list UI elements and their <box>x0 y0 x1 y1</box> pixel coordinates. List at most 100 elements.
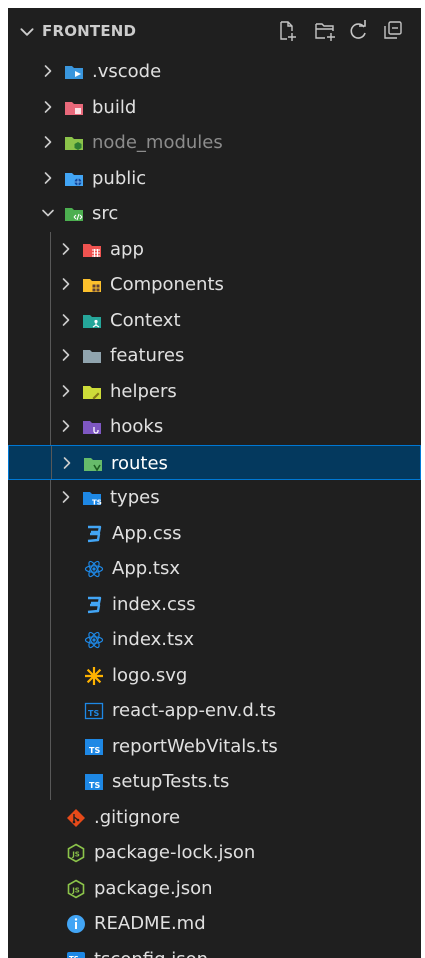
tree-file-row[interactable]: App.css <box>8 515 421 551</box>
hooks-folder-icon <box>83 421 101 434</box>
indent-guide <box>50 551 51 587</box>
chevron-right-icon[interactable] <box>58 347 74 363</box>
tree-file-row[interactable]: index.tsx <box>8 622 421 658</box>
tree-item-label: node_modules <box>92 132 223 153</box>
indent-guide <box>50 480 51 516</box>
css-file-icon <box>87 596 102 613</box>
tree-folder-row[interactable]: routes <box>8 444 421 480</box>
chevron-right-icon[interactable] <box>58 312 74 328</box>
chevron-down-icon[interactable] <box>40 205 56 221</box>
tree-folder-row[interactable]: features <box>8 338 421 374</box>
svg-file-icon <box>85 666 103 685</box>
indent-guide <box>50 302 51 338</box>
tree-item-label: App.css <box>112 522 182 544</box>
tree-file-row[interactable]: App.tsx <box>8 551 421 587</box>
explorer-title: FRONTEND <box>42 22 137 40</box>
tree-item-label: App.tsx <box>112 558 180 579</box>
chevron-down-icon[interactable] <box>18 23 36 41</box>
tree-folder-row[interactable]: public <box>8 161 421 197</box>
tree-folder-row[interactable]: helpers <box>8 373 421 409</box>
tree-item-label: Components <box>110 274 224 295</box>
info-file-icon <box>67 915 85 933</box>
tree-folder-row[interactable]: hooks <box>8 409 421 445</box>
tree-folder-row[interactable]: .vscode <box>8 54 421 90</box>
chevron-right-icon[interactable] <box>40 99 56 115</box>
tree-file-row[interactable]: .gitignore <box>8 800 421 836</box>
react-file-icon <box>84 631 104 649</box>
tree-folder-row[interactable]: src <box>8 196 421 232</box>
svg-text:JS: JS <box>71 851 80 859</box>
tree-file-row[interactable]: JS package.json <box>8 871 421 907</box>
indent-guide <box>50 657 51 693</box>
chevron-right-icon[interactable] <box>40 170 56 186</box>
react-file-icon <box>84 560 104 578</box>
indent-guide <box>50 764 51 800</box>
svg-text:TS: TS <box>69 955 79 958</box>
tree-folder-row[interactable]: Components <box>8 267 421 303</box>
tree-item-label: .gitignore <box>94 806 181 828</box>
chevron-right-icon[interactable] <box>40 63 56 79</box>
tree-file-row[interactable]: README.md <box>8 906 421 942</box>
public-folder-icon <box>65 172 83 186</box>
indent-guide <box>50 728 51 764</box>
tsconfig-file-icon: TS <box>67 951 85 958</box>
chevron-right-icon[interactable] <box>58 241 74 257</box>
node-modules-folder-icon <box>65 137 83 150</box>
chevron-right-icon[interactable] <box>58 418 74 434</box>
tree-folder-row[interactable]: TS types <box>8 480 421 516</box>
new-file-icon[interactable] <box>275 19 299 43</box>
components-folder-icon <box>83 279 101 292</box>
tree-file-row[interactable]: index.css <box>8 586 421 622</box>
indent-guide <box>50 373 51 409</box>
chevron-right-icon[interactable] <box>58 276 74 292</box>
tree-item-label: app <box>110 238 144 260</box>
new-folder-icon[interactable] <box>313 19 337 43</box>
ts-definition-file-icon: TS <box>84 702 104 720</box>
tree-folder-row[interactable]: Context <box>8 302 421 338</box>
explorer-panel: FRONTEND .vscode build node_modules public s… <box>8 8 421 958</box>
tree-file-row[interactable]: JS package-lock.json <box>8 835 421 871</box>
tree-item-label: setupTests.ts <box>112 771 230 792</box>
typescript-file-icon: TS <box>85 738 103 755</box>
tree-file-row[interactable]: TS react-app-env.d.ts <box>8 693 421 729</box>
collapse-all-icon[interactable] <box>381 19 405 43</box>
npm-file-icon: JS <box>67 879 85 898</box>
tree-item-label: helpers <box>110 380 177 402</box>
tree-folder-row[interactable]: node_modules <box>8 125 421 161</box>
svg-text:TS: TS <box>89 746 100 755</box>
chevron-right-icon[interactable] <box>58 383 74 399</box>
css-file-icon <box>87 525 102 542</box>
tree-file-row[interactable]: TS reportWebVitals.ts <box>8 728 421 764</box>
tree-item-label: .vscode <box>92 61 162 82</box>
indent-guide <box>50 338 51 374</box>
tree-item-label: package.json <box>94 877 213 899</box>
app-folder-icon <box>83 243 101 257</box>
chevron-right-icon[interactable] <box>59 455 75 471</box>
indent-guide <box>50 409 51 445</box>
refresh-icon[interactable] <box>346 19 370 43</box>
helpers-folder-icon <box>83 385 101 399</box>
tree-folder-row[interactable]: app <box>8 231 421 267</box>
tree-item-label: build <box>92 96 137 118</box>
tree-item-label: features <box>110 345 185 366</box>
explorer-section-header[interactable]: FRONTEND <box>8 8 421 54</box>
indent-guide <box>51 445 52 479</box>
tree-file-row[interactable]: TS tsconfig.json <box>8 942 421 958</box>
tree-file-row[interactable]: logo.svg <box>8 657 421 693</box>
context-folder-icon <box>83 314 101 328</box>
tree-file-row[interactable]: TS setupTests.ts <box>8 764 421 800</box>
tree-item-label: logo.svg <box>112 664 188 686</box>
tree-item-label: reportWebVitals.ts <box>112 735 278 757</box>
types-folder-icon: TS <box>83 492 102 507</box>
tree-item-label: README.md <box>94 913 206 934</box>
tree-folder-row[interactable]: build <box>8 90 421 126</box>
chevron-right-icon[interactable] <box>58 489 74 505</box>
indent-guide <box>50 515 51 551</box>
svg-text:JS: JS <box>71 886 80 894</box>
folder-icon <box>83 350 101 363</box>
chevron-right-icon[interactable] <box>40 134 56 150</box>
tree-item-label: Context <box>110 309 181 331</box>
tree-item-label: types <box>110 487 160 508</box>
routes-folder-icon <box>84 457 102 472</box>
build-folder-icon <box>65 101 83 115</box>
